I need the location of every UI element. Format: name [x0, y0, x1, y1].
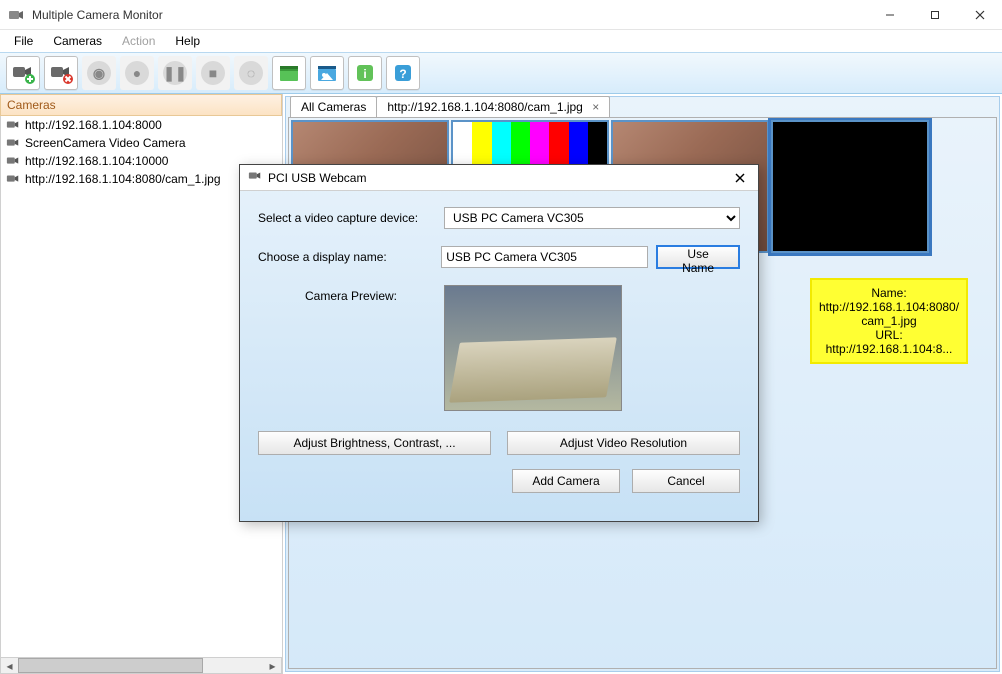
camera-icon: [5, 171, 21, 187]
camera-list-item[interactable]: ScreenCamera Video Camera: [1, 134, 282, 152]
pause-button: ❚❚: [158, 56, 192, 90]
stop-button: ■: [196, 56, 230, 90]
adjust-resolution-button[interactable]: Adjust Video Resolution: [507, 431, 740, 455]
tab-all-cameras[interactable]: All Cameras: [290, 96, 377, 117]
camera-preview-label: Camera Preview:: [258, 285, 444, 303]
tab-label: All Cameras: [301, 100, 366, 114]
display-name-input[interactable]: [441, 246, 648, 268]
dialog-close-button[interactable]: [726, 167, 754, 189]
camera-icon: [5, 135, 21, 151]
info-url-label: URL:: [816, 328, 962, 342]
record-button: ●: [120, 56, 154, 90]
menu-file[interactable]: File: [6, 32, 41, 50]
dialog-icon: [248, 169, 262, 186]
select-device-label: Select a video capture device:: [258, 211, 436, 225]
add-webcam-dialog: PCI USB Webcam Select a video capture de…: [239, 164, 759, 522]
tab-label: http://192.168.1.104:8080/cam_1.jpg: [387, 100, 583, 114]
app-icon: [8, 7, 24, 23]
tab-current-camera[interactable]: http://192.168.1.104:8080/cam_1.jpg ×: [376, 96, 610, 117]
camera-thumbnail[interactable]: [771, 120, 929, 253]
open-folder-button[interactable]: [272, 56, 306, 90]
menu-action: Action: [114, 32, 163, 50]
camera-list-label: http://192.168.1.104:8000: [25, 118, 162, 132]
adjust-brightness-button[interactable]: Adjust Brightness, Contrast, ...: [258, 431, 491, 455]
camera-list-label: http://192.168.1.104:8080/cam_1.jpg: [25, 172, 221, 186]
settings-button: ◌: [234, 56, 268, 90]
use-name-button[interactable]: Use Name: [656, 245, 740, 269]
maximize-button[interactable]: [912, 0, 957, 30]
info-name-value: http://192.168.1.104:8080/cam_1.jpg: [816, 300, 962, 328]
dialog-titlebar[interactable]: PCI USB Webcam: [240, 165, 758, 191]
camera-info-box: Name: http://192.168.1.104:8080/cam_1.jp…: [810, 278, 968, 364]
menubar: File Cameras Action Help: [0, 30, 1002, 52]
window-title: Multiple Camera Monitor: [32, 8, 867, 22]
add-camera-confirm-button[interactable]: Add Camera: [512, 469, 620, 493]
close-button[interactable]: [957, 0, 1002, 30]
info-button[interactable]: i: [348, 56, 382, 90]
tab-close-icon[interactable]: ×: [592, 100, 599, 114]
open-images-button[interactable]: [310, 56, 344, 90]
help-button[interactable]: ?: [386, 56, 420, 90]
cancel-button[interactable]: Cancel: [632, 469, 740, 493]
device-select[interactable]: USB PC Camera VC305: [444, 207, 740, 229]
sidebar-hscrollbar[interactable]: ◂ ▸: [0, 657, 282, 674]
dialog-title-text: PCI USB Webcam: [268, 171, 720, 185]
camera-icon: [5, 117, 21, 133]
info-name-label: Name:: [816, 286, 962, 300]
camera-list-item[interactable]: http://192.168.1.104:8000: [1, 116, 282, 134]
scroll-left-icon[interactable]: ◂: [1, 658, 18, 673]
remove-camera-button[interactable]: [44, 56, 78, 90]
menu-cameras[interactable]: Cameras: [45, 32, 110, 50]
svg-text:i: i: [363, 67, 366, 81]
svg-text:?: ?: [399, 67, 406, 81]
toolbar: ◉ ● ❚❚ ■ ◌ i ?: [0, 52, 1002, 94]
camera-list-label: ScreenCamera Video Camera: [25, 136, 186, 150]
minimize-button[interactable]: [867, 0, 912, 30]
snapshot-button: ◉: [82, 56, 116, 90]
add-camera-button[interactable]: [6, 56, 40, 90]
camera-list-label: http://192.168.1.104:10000: [25, 154, 168, 168]
scroll-right-icon[interactable]: ▸: [264, 658, 281, 673]
window-titlebar: Multiple Camera Monitor: [0, 0, 1002, 30]
scroll-thumb[interactable]: [18, 658, 203, 673]
camera-preview: [444, 285, 622, 411]
menu-help[interactable]: Help: [167, 32, 208, 50]
sidebar-header: Cameras: [0, 94, 282, 116]
camera-icon: [5, 153, 21, 169]
info-url-value: http://192.168.1.104:8...: [816, 342, 962, 356]
display-name-label: Choose a display name:: [258, 250, 433, 264]
